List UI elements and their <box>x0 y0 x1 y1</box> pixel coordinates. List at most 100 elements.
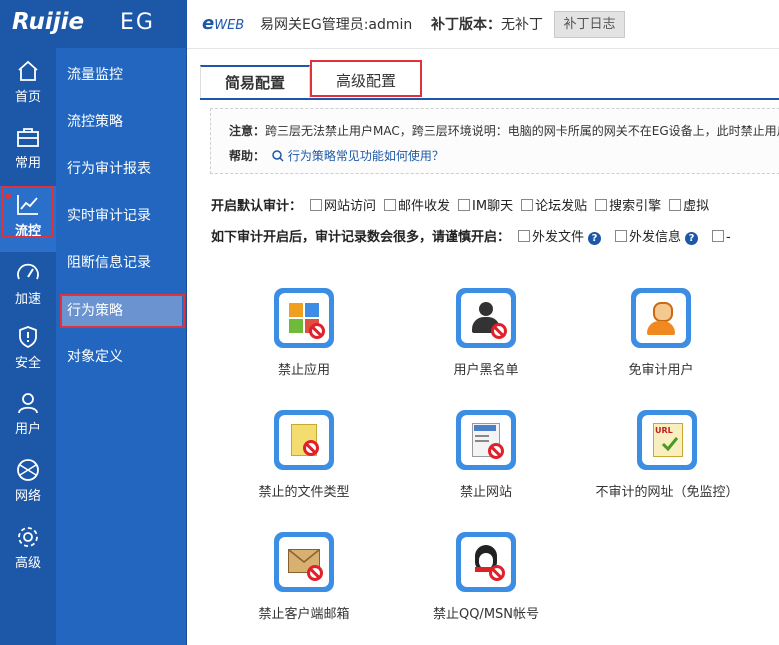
checkbox-label: - <box>726 230 731 245</box>
highlight-box <box>310 60 422 97</box>
main-content: 简易配置 高级配置 注意：跨三层无法禁止用户MAC，跨三层环境说明：电脑的网卡所… <box>200 60 779 645</box>
checkbox-outgoing-file[interactable] <box>518 230 531 242</box>
brand-logo: Ruijie <box>12 9 85 35</box>
checkbox-label: IM聊天 <box>472 199 514 214</box>
sidebar-item-label: 常用 <box>14 156 41 171</box>
checkbox-label: 搜索引擎 <box>609 199 662 214</box>
tile-label: 禁止客户端邮箱 <box>258 607 350 622</box>
top-bar: eWEB 易网关EG管理员:admin 补丁版本：无补丁 补丁日志 <box>187 0 779 49</box>
patch-value: 无补丁 <box>501 17 543 33</box>
checkbox-label: 虚拟 <box>683 199 710 214</box>
block-website-icon <box>456 410 516 470</box>
tile-audit-exempt-user[interactable] <box>631 288 691 348</box>
help-link[interactable]: 行为策略常见功能如何使用？ <box>288 149 444 163</box>
sidebar-item-common[interactable]: 常用 <box>0 118 56 184</box>
checkbox-label: 网站访问 <box>324 199 377 214</box>
tile-label: 用户黑名单 <box>453 363 519 378</box>
admin-label: 易网关EG管理员:admin <box>260 17 413 33</box>
tile-label: 禁止QQ/MSN帐号 <box>432 607 540 622</box>
warn-audit-row: 如下审计开启后，审计记录数会很多，请谨慎开启： 外发文件? 外发信息? - <box>211 226 731 245</box>
tile-block-app[interactable] <box>274 288 334 348</box>
eweb-logo-e: e <box>202 13 215 34</box>
checkbox-im-chat[interactable] <box>458 199 471 211</box>
tile-label: 不审计的网址（免监控） <box>595 485 739 500</box>
default-audit-row: 开启默认审计： 网站访问 邮件收发 IM聊天 论坛发贴 搜索引擎 虚拟 <box>211 195 709 214</box>
checkbox-forum[interactable] <box>521 199 534 211</box>
note-text: 跨三层无法禁止用户MAC，跨三层环境说明：电脑的网卡所属的网关不在EG设备上，此… <box>265 124 779 138</box>
subnav-item-flow-policy[interactable]: 流控策略 <box>56 105 187 139</box>
subnav-item-traffic-monitor[interactable]: 流量监控 <box>56 58 187 92</box>
sidebar-item-network[interactable]: 网络 <box>0 451 56 517</box>
tab-bar: 简易配置 高级配置 <box>200 60 779 100</box>
notice-box: 注意：跨三层无法禁止用户MAC，跨三层环境说明：电脑的网卡所属的网关不在EG设备… <box>210 108 779 174</box>
home-icon <box>18 60 38 81</box>
blocked-file-types-icon <box>274 410 334 470</box>
globe-icon <box>17 459 39 481</box>
eweb-logo-web: WEB <box>214 18 245 33</box>
sidebar-item-advanced[interactable]: 高级 <box>0 518 56 584</box>
speedometer-icon <box>17 263 39 280</box>
checkbox-mail[interactable] <box>384 199 397 211</box>
notice-row: 注意：跨三层无法禁止用户MAC，跨三层环境说明：电脑的网卡所属的网关不在EG设备… <box>229 122 779 139</box>
default-audit-label: 开启默认审计： <box>211 199 303 214</box>
shield-icon <box>19 326 37 349</box>
sidebar-item-user[interactable]: 用户 <box>0 384 56 450</box>
checkbox-label: 邮件收发 <box>398 199 451 214</box>
gear-icon <box>18 527 38 547</box>
checkbox-search-engine[interactable] <box>595 199 608 211</box>
tile-label: 禁止网站 <box>459 485 512 500</box>
highlight-box <box>2 186 54 238</box>
note-label: 注意： <box>229 124 266 138</box>
audit-exempt-user-icon <box>631 288 691 348</box>
user-icon <box>18 393 38 414</box>
product-name: EG <box>120 10 155 35</box>
tile-user-blacklist[interactable] <box>456 288 516 348</box>
sidebar-item-label: 加速 <box>14 292 41 307</box>
unaudited-urls-icon: URL <box>637 410 697 470</box>
subnav-item-object-definition[interactable]: 对象定义 <box>56 340 187 374</box>
checkbox-more[interactable] <box>712 230 725 242</box>
tile-block-qq-msn[interactable] <box>456 532 516 592</box>
logo: Ruijie EG <box>0 0 187 48</box>
checkbox-web-access[interactable] <box>310 199 323 211</box>
sidebar-item-label: 网络 <box>14 489 41 504</box>
block-app-icon <box>274 288 334 348</box>
tile-blocked-file-types[interactable] <box>274 410 334 470</box>
sidebar-item-label: 高级 <box>14 556 41 571</box>
help-icon[interactable]: ? <box>588 232 602 245</box>
checkbox-label: 外发信息 <box>629 230 682 245</box>
checkbox-virtual[interactable] <box>669 199 682 211</box>
tile-label: 禁止应用 <box>277 363 330 378</box>
help-row: 帮助： 行为策略常见功能如何使用？ <box>229 147 444 164</box>
sidebar-item-home[interactable]: 首页 <box>0 52 56 118</box>
user-blacklist-icon <box>456 288 516 348</box>
patch-label: 补丁版本： <box>431 17 501 33</box>
subnav-item-audit-report[interactable]: 行为审计报表 <box>56 152 187 186</box>
sidebar-item-label: 安全 <box>14 356 41 371</box>
help-search-icon <box>272 150 284 162</box>
patch-version: 补丁版本：无补丁 <box>431 14 543 34</box>
block-qq-msn-icon <box>456 532 516 592</box>
help-label: 帮助： <box>229 149 266 163</box>
sidebar-item-security[interactable]: 安全 <box>0 318 56 384</box>
tile-label: 免审计用户 <box>628 363 694 378</box>
tile-label: 禁止的文件类型 <box>258 485 350 500</box>
checkbox-label: 论坛发贴 <box>535 199 588 214</box>
help-icon[interactable]: ? <box>685 232 699 245</box>
tab-simple-config[interactable]: 简易配置 <box>200 65 310 98</box>
patch-log-button[interactable]: 补丁日志 <box>554 11 625 38</box>
tile-block-website[interactable] <box>456 410 516 470</box>
tile-block-client-mail[interactable] <box>274 532 334 592</box>
sidebar-item-accelerate[interactable]: 加速 <box>0 254 56 320</box>
sidebar-item-label: 首页 <box>14 90 41 105</box>
tile-unaudited-urls[interactable]: URL <box>637 410 697 470</box>
eweb-logo: eWEB <box>202 13 244 34</box>
block-client-mail-icon <box>274 532 334 592</box>
subnav-item-realtime-audit[interactable]: 实时审计记录 <box>56 199 187 233</box>
warn-audit-label: 如下审计开启后，审计记录数会很多，请谨慎开启： <box>211 230 511 245</box>
highlight-box <box>60 294 185 328</box>
sidebar-item-label: 用户 <box>14 422 41 437</box>
toolbox-icon <box>17 128 39 147</box>
checkbox-outgoing-info[interactable] <box>615 230 628 242</box>
subnav-item-block-records[interactable]: 阻断信息记录 <box>56 246 187 280</box>
